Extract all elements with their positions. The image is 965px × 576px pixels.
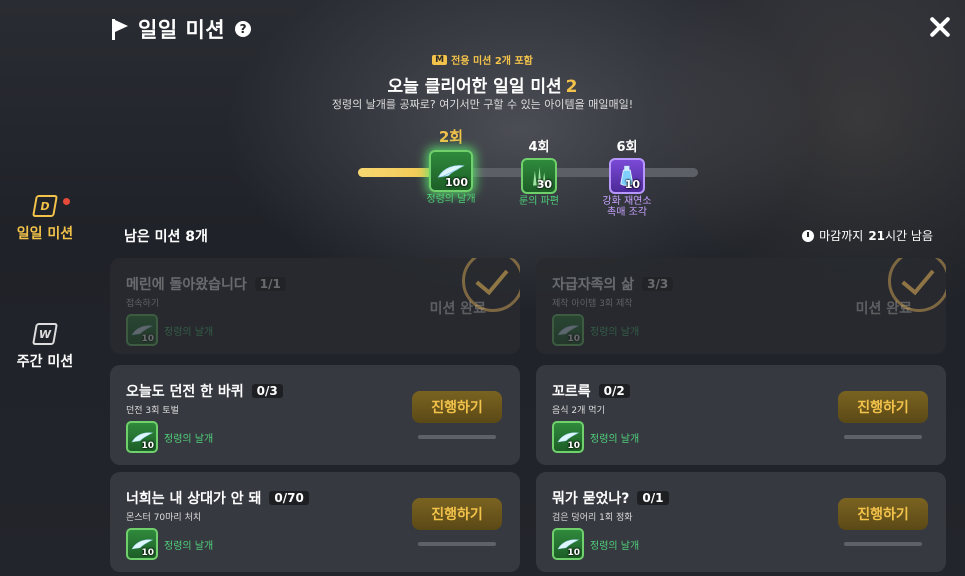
mission-description: 몬스터 70마리 처치 [126,513,202,523]
reward-name: 강화 재연소 촉매 조각 [602,196,652,218]
mission-card: 자급자족의 삶 3/3 제작 아이템 3회 제작 10 정령의 날개 미션 완료 [536,258,946,354]
mission-reward: 10 정령의 날개 [126,421,213,453]
mission-progress: 0/3 [251,384,283,398]
mission-title: 메린에 돌아왔습니다 [126,277,247,293]
reward-item-box: 10 [126,314,158,346]
mission-progress: 1/1 [254,277,286,291]
mission-description: 던전 3회 토벌 [126,406,179,416]
reward-qty: 30 [536,178,552,191]
mission-card: 오늘도 던전 한 바퀴 0/3 던전 3회 토벌 10 정령의 날개 진행하기 [110,365,520,465]
sidebar: D 일일 미션 W 주간 미션 [0,195,90,451]
mission-description: 제작 아이템 3회 제작 [552,299,633,309]
reward-item-box: 10 [552,314,584,346]
reward-qty: 100 [445,176,468,189]
mission-reward: 10 정령의 날개 [552,314,639,346]
daily-mission-icon: D [32,195,58,217]
go-mission-button[interactable]: 진행하기 [838,391,928,423]
page-title: 일일 미션 [138,18,226,42]
tab-daily-mission[interactable]: D 일일 미션 [0,195,90,243]
deadline-prefix: 마감까지 [819,229,864,243]
reward-qty: 10 [567,441,580,451]
reward-item-box: 10 [552,528,584,560]
reward-name: 정령의 날개 [164,326,214,338]
mission-card: 뭐가 묻었나? 0/1 검은 덩어리 1회 정화 10 정령의 날개 진행하기 [536,472,946,572]
headline-text: 오늘 클리어한 일일 미션 [387,77,562,97]
notification-dot [63,198,70,205]
weekly-mission-icon: W [32,323,58,345]
go-mission-button[interactable]: 진행하기 [412,391,502,423]
reward-item-box: 10 [126,528,158,560]
clear-count: 2 [565,77,578,97]
daily-clear-headline: 오늘 클리어한 일일 미션 2 [0,72,965,97]
mission-progress-track [844,435,922,439]
milestone-count: 4회 [528,140,550,155]
mission-description: 음식 2개 먹기 [552,406,605,416]
reward-milestone-2[interactable]: 2회 100 정령의 날개 [419,126,483,205]
header: 일일 미션 ? [110,14,252,44]
banner-subline: 정령의 날개를 공짜로? 여기서만 구할 수 있는 아이템을 매일매일! [331,98,634,111]
mission-progress: 0/2 [598,384,630,398]
deadline-suffix: 시간 남음 [885,229,933,243]
mission-description: 접속하기 [126,299,160,309]
reward-qty: 10 [624,178,640,191]
flag-icon [110,18,130,40]
deadline: 마감까지 21 시간 남음 [802,227,933,244]
go-mission-button[interactable]: 진행하기 [838,498,928,530]
reward-qty: 10 [567,548,580,558]
mission-title: 자급자족의 삶 [552,277,635,293]
milestone-count: 6회 [616,140,638,155]
deadline-hours: 21 [868,228,886,243]
close-icon[interactable] [925,12,955,42]
mission-progress: 0/70 [269,491,309,505]
mission-progress: 0/1 [637,491,669,505]
reward-milestone-4[interactable]: 4회 30 룬의 파편 [511,136,567,207]
reward-qty: 10 [141,548,154,558]
mission-progress-track [844,542,922,546]
reward-qty: 10 [567,334,580,344]
badge-text: 전용 미션 2개 포함 [451,56,533,67]
reward-name: 정령의 날개 [426,194,476,205]
reward-item-box: 100 [429,150,473,192]
mission-reward: 10 정령의 날개 [126,528,213,560]
mission-progress-track [418,435,496,439]
mission-title: 너희는 내 상대가 안 돼 [126,491,262,507]
reward-name: 정령의 날개 [164,433,214,445]
reward-name: 정령의 날개 [590,540,640,552]
mission-title: 오늘도 던전 한 바퀴 [126,384,244,400]
go-mission-button[interactable]: 진행하기 [412,498,502,530]
reward-milestone-6[interactable]: 6회 10 강화 재연소 촉매 조각 [597,136,657,218]
mission-progress-track [418,542,496,546]
help-icon[interactable]: ? [235,21,252,37]
remaining-missions: 남은 미션 8개 [124,229,208,245]
exclusive-badge: M 전용 미션 2개 포함 [0,52,965,67]
tab-label: 일일 미션 [16,226,74,242]
mission-card: 너희는 내 상대가 안 돼 0/70 몬스터 70마리 처치 10 정령의 날개… [110,472,520,572]
milestone-count: 2회 [438,128,464,146]
mission-description: 검은 덩어리 1회 정화 [552,513,633,523]
mission-title: 뭐가 묻었나? [552,491,630,507]
reward-qty: 10 [141,334,154,344]
mission-reward: 10 정령의 날개 [126,314,213,346]
mission-title: 꼬르륵 [552,384,591,400]
clock-icon [802,229,815,242]
mission-reward: 10 정령의 날개 [552,528,639,560]
reward-item-box: 10 [552,421,584,453]
mission-reward: 10 정령의 날개 [552,421,639,453]
mission-card: 꼬르륵 0/2 음식 2개 먹기 10 정령의 날개 진행하기 [536,365,946,465]
mission-progress: 3/3 [642,277,674,291]
reward-name: 정령의 날개 [590,326,640,338]
tab-weekly-mission[interactable]: W 주간 미션 [0,323,90,371]
reward-item-box: 10 [126,421,158,453]
mission-card: 메린에 돌아왔습니다 1/1 접속하기 10 정령의 날개 미션 완료 [110,258,520,354]
reward-name: 정령의 날개 [164,540,214,552]
tab-label: 주간 미션 [16,354,74,370]
reward-qty: 10 [141,441,154,451]
reward-item-box: 30 [521,158,557,194]
reward-name: 룬의 파편 [519,196,559,207]
reward-name: 정령의 날개 [590,433,640,445]
reward-item-box: 10 [609,158,645,194]
m-icon: M [432,54,448,65]
